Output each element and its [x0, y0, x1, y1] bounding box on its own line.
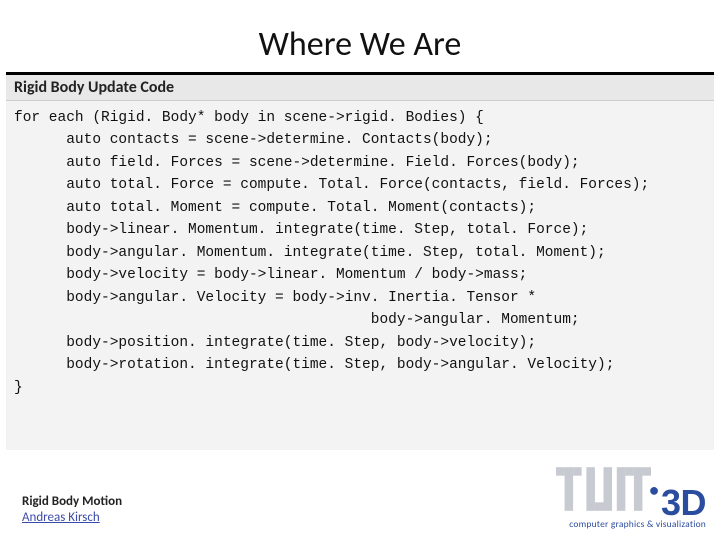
- footer: Rigid Body Motion Andreas Kirsch: [22, 494, 122, 527]
- section-heading: Rigid Body Update Code: [6, 75, 714, 101]
- tum-logo-icon: [556, 467, 651, 511]
- slide: Where We Are Rigid Body Update Code for …: [0, 0, 720, 540]
- brand-dot-icon: ●: [649, 480, 659, 500]
- logo-row: ●3D: [556, 467, 706, 520]
- brand-3d-text: 3D: [661, 482, 706, 523]
- brand-3d: ●3D: [651, 482, 706, 524]
- logo-area: ●3D computer graphics & visualization: [556, 467, 706, 530]
- footer-author: Andreas Kirsch: [22, 510, 122, 526]
- code-block: for each (Rigid. Body* body in scene->ri…: [6, 101, 714, 450]
- slide-title: Where We Are: [0, 0, 720, 71]
- footer-topic: Rigid Body Motion: [22, 494, 122, 510]
